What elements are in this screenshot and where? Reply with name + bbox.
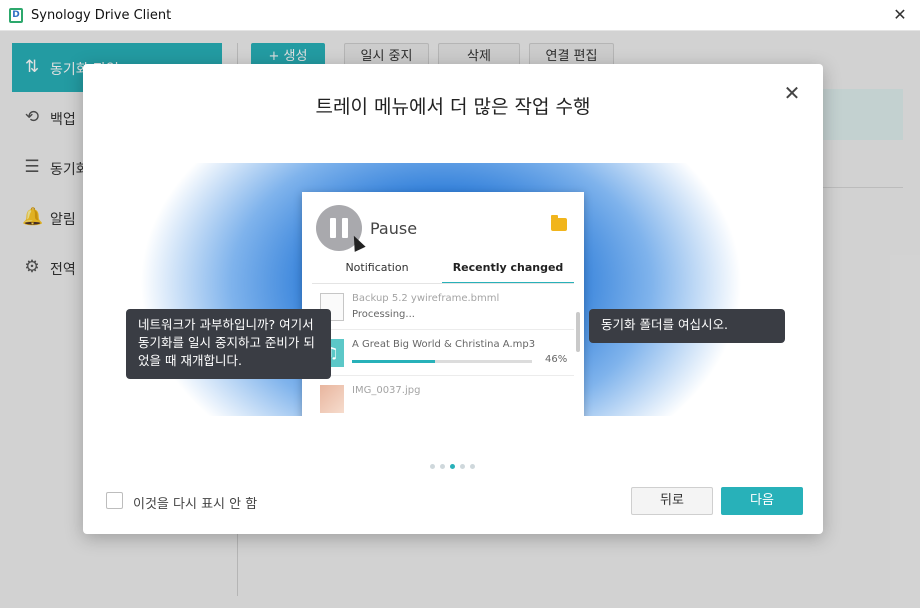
open-folder-icon (551, 215, 567, 231)
title-bar: D Synology Drive Client ✕ (0, 0, 920, 31)
dialog-close-button[interactable]: ✕ (777, 78, 807, 108)
tray-menu-illustration: Pause Notification Recently changed Back… (96, 163, 786, 416)
file-name: Backup 5.2 ywireframe.bmml (352, 293, 500, 304)
tray-tips-dialog: 트레이 메뉴에서 더 많은 작업 수행 ✕ Pause Notification… (83, 64, 823, 534)
pause-label: Pause (370, 219, 418, 238)
file-name: IMG_0037.jpg (352, 385, 421, 396)
list-item: ♫ A Great Big World & Christina A.mp3 46… (312, 330, 574, 376)
list-item: IMG_0037.jpg (312, 376, 574, 416)
file-name: A Great Big World & Christina A.mp3 (352, 339, 536, 350)
dialog-title: 트레이 메뉴에서 더 많은 작업 수행 (315, 96, 591, 118)
file-status: Processing... (352, 309, 415, 320)
progress-fill (352, 360, 435, 363)
open-folder-tooltip: 동기화 폴더를 여십시오. (589, 309, 785, 343)
list-item: Backup 5.2 ywireframe.bmml Processing... (312, 284, 574, 330)
pager-dot[interactable] (430, 464, 435, 469)
window-close-button[interactable]: ✕ (888, 3, 912, 27)
synology-drive-logo-icon: D (9, 8, 23, 23)
progress-percent: 46% (545, 354, 568, 365)
pager-dot[interactable] (450, 464, 455, 469)
dont-show-again-checkbox[interactable] (106, 492, 123, 509)
pause-tooltip: 네트워크가 과부하입니까? 여기서 동기화를 일시 중지하고 준비가 되었을 때… (126, 309, 331, 379)
next-button[interactable]: 다음 (721, 487, 803, 515)
progress-bar (352, 360, 532, 363)
tray-panel-mockup: Pause Notification Recently changed Back… (302, 192, 584, 416)
tab-recently-changed: Recently changed (442, 260, 574, 284)
window-title: Synology Drive Client (31, 8, 172, 23)
tab-notification: Notification (345, 261, 409, 274)
dont-show-again-label[interactable]: 이것을 다시 표시 안 함 (133, 493, 257, 512)
back-button[interactable]: 뒤로 (631, 487, 713, 515)
mouse-cursor-icon (348, 233, 366, 252)
pager-dots (430, 464, 480, 470)
panel-scrollbar (576, 312, 580, 352)
pager-dot[interactable] (460, 464, 465, 469)
pager-dot[interactable] (440, 464, 445, 469)
image-file-icon (320, 385, 344, 413)
pager-dot[interactable] (470, 464, 475, 469)
